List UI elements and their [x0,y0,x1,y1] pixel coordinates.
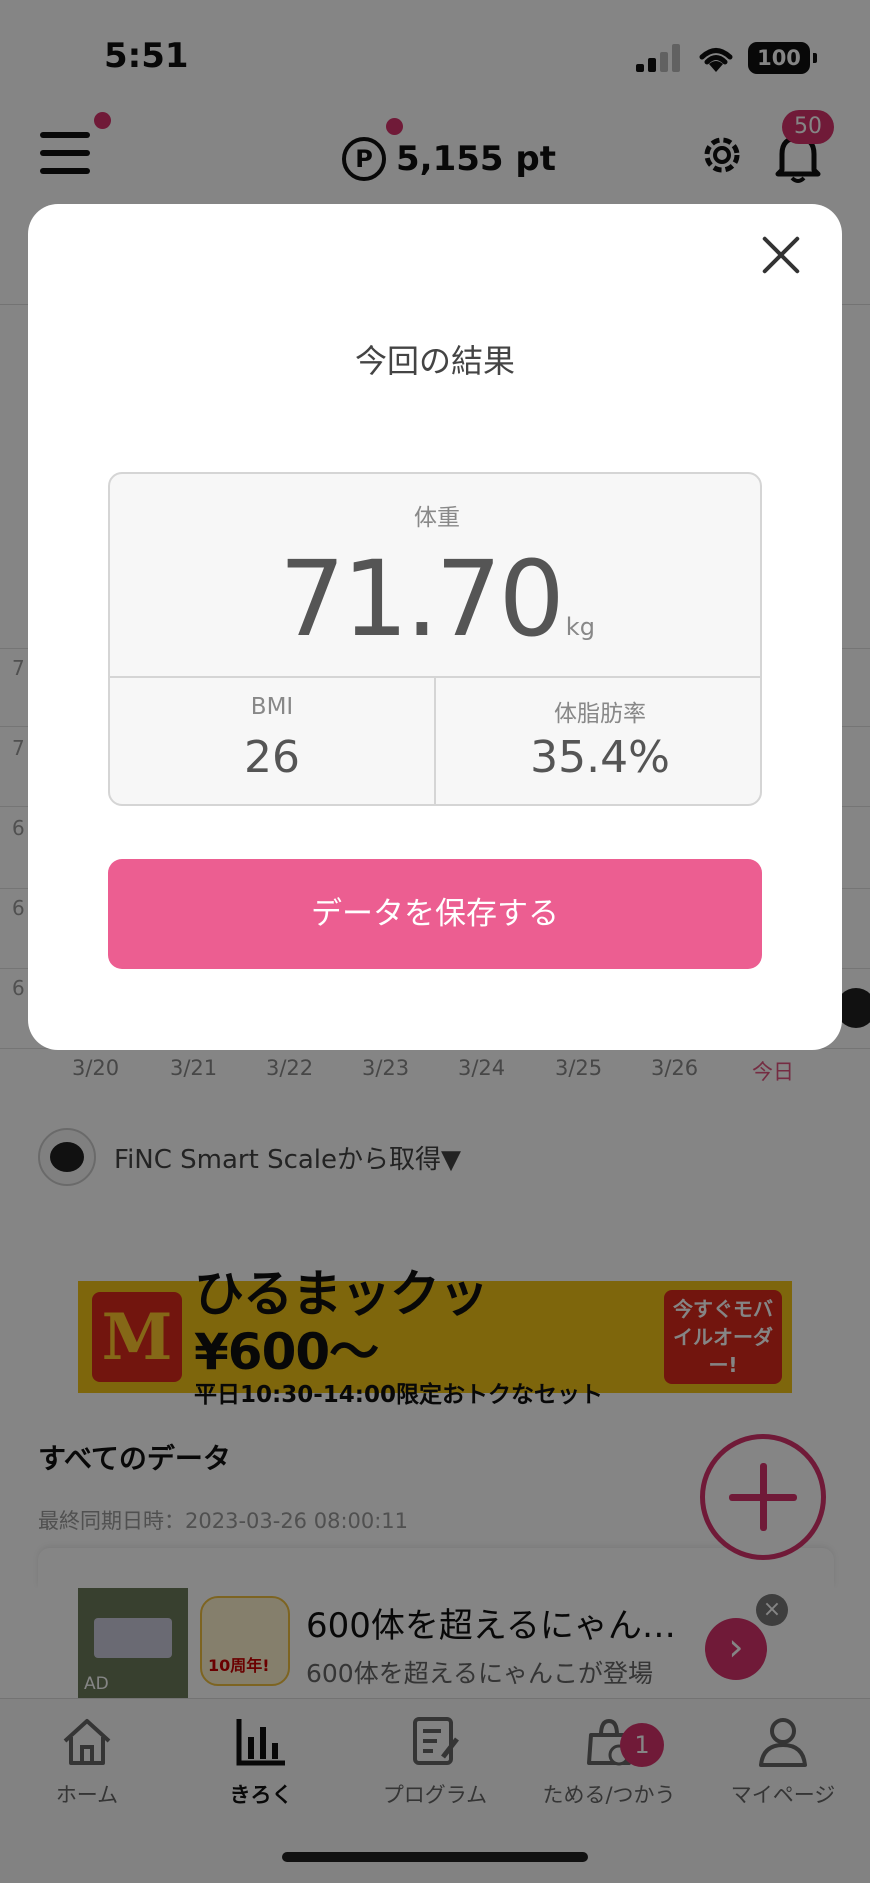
home-indicator [282,1852,588,1862]
bmi-section: BMI 26 [110,678,436,804]
bmi-label: BMI [250,694,294,720]
weight-section: 体重 71.70 kg [110,474,760,678]
bodyfat-label: 体脂肪率 [554,701,646,727]
weight-label: 体重 [414,505,460,531]
result-modal: 今回の結果 体重 71.70 kg BMI 26 体脂肪率 35.4% データを保… [28,204,842,1050]
weight-unit: kg [565,613,595,641]
bmi-value: 26 [244,732,300,783]
close-icon[interactable] [754,228,810,284]
save-data-button[interactable]: データを保存する [108,859,762,969]
result-summary: 体重 71.70 kg BMI 26 体脂肪率 35.4% [108,472,762,806]
bodyfat-value: 35.4% [530,732,670,783]
modal-title: 今回の結果 [354,342,515,380]
weight-value: 71.70 [279,538,565,660]
bodyfat-section: 体脂肪率 35.4% [436,678,760,804]
